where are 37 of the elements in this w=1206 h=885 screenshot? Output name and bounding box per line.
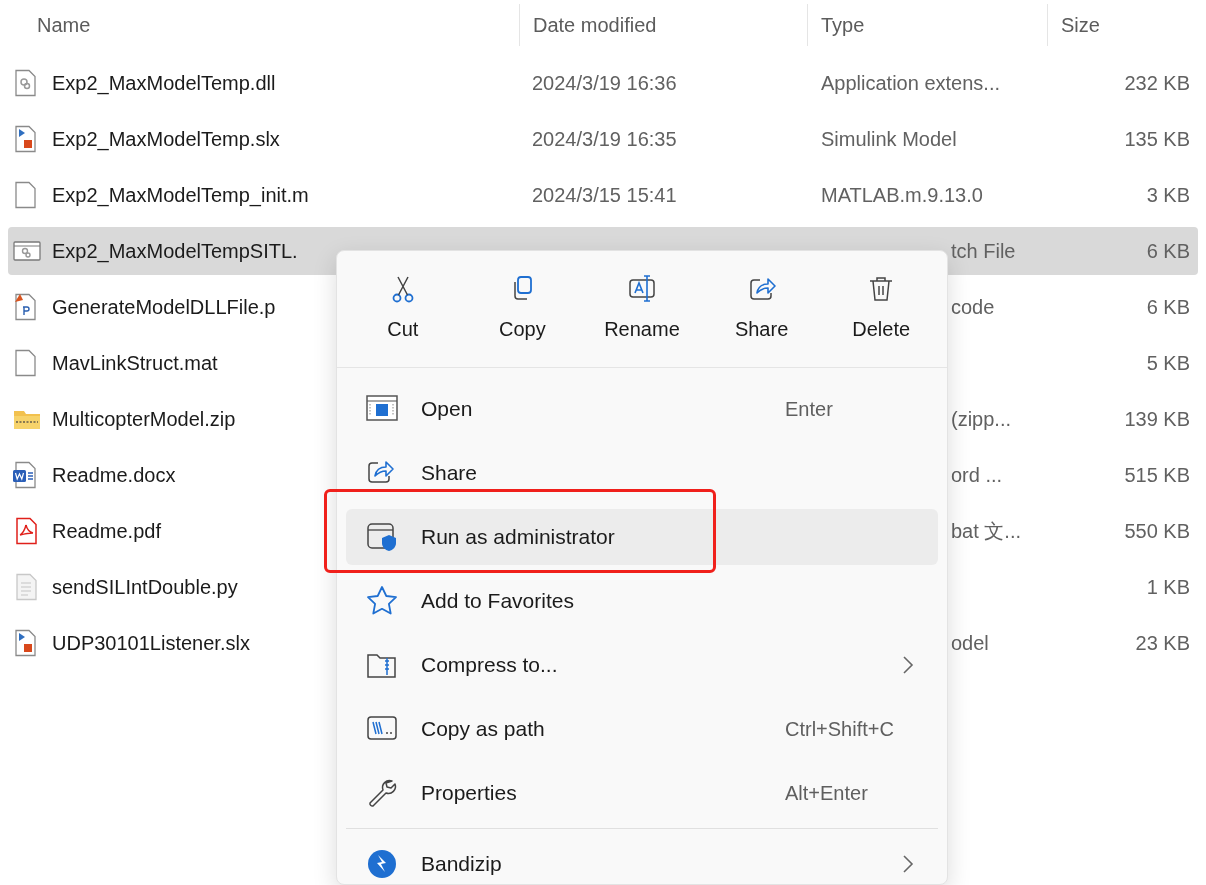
- file-size: 3 KB: [1146, 183, 1190, 208]
- file-name: GenerateModelDLLFile.p: [52, 295, 276, 320]
- file-size: 23 KB: [1135, 631, 1190, 656]
- date-modified: 2024/3/19 16:36: [532, 71, 677, 96]
- shortcut-label: Ctrl+Shift+C: [785, 717, 894, 742]
- file-size: 139 KB: [1124, 407, 1190, 432]
- file-type: code: [951, 295, 995, 320]
- file-size: 6 KB: [1146, 295, 1190, 320]
- date-modified: 2024/3/15 15:41: [532, 183, 677, 208]
- file-type: Simulink Model: [821, 127, 957, 152]
- file-name: Exp2_MaxModelTemp.dll: [52, 71, 276, 97]
- date-modified: 2024/3/19 16:35: [532, 127, 677, 152]
- file-size: 135 KB: [1124, 127, 1190, 152]
- shortcut-label: Enter: [785, 397, 833, 422]
- file-type: ord ...: [951, 463, 1003, 488]
- file-name: Readme.docx: [52, 463, 176, 488]
- file-name: Exp2_MaxModelTempSITL.: [52, 239, 298, 265]
- file-type: tch File: [951, 239, 1016, 264]
- file-size: 1 KB: [1146, 575, 1190, 600]
- file-type: bat 文...: [951, 519, 1022, 544]
- file-size: 232 KB: [1124, 71, 1190, 96]
- file-type: (zipp...: [951, 407, 1012, 432]
- file-name: MavLinkStruct.mat: [52, 351, 218, 376]
- file-name: Readme.pdf: [52, 519, 161, 544]
- file-name: sendSILIntDouble.py: [52, 575, 238, 600]
- file-type: MATLAB.m.9.13.0: [821, 183, 983, 208]
- file-size: 5 KB: [1146, 351, 1190, 376]
- file-name: MulticopterModel.zip: [52, 407, 236, 432]
- file-size: 550 KB: [1124, 519, 1190, 544]
- file-type: odel: [951, 631, 989, 656]
- file-name: Exp2_MaxModelTemp_init.m: [52, 183, 309, 209]
- file-name: UDP30101Listener.slx: [52, 631, 250, 656]
- file-type: Application extens...: [821, 71, 1000, 96]
- file-size: 515 KB: [1124, 463, 1190, 488]
- file-name: Exp2_MaxModelTemp.slx: [52, 127, 280, 153]
- shortcut-label: Alt+Enter: [785, 781, 868, 806]
- file-size: 6 KB: [1146, 239, 1190, 264]
